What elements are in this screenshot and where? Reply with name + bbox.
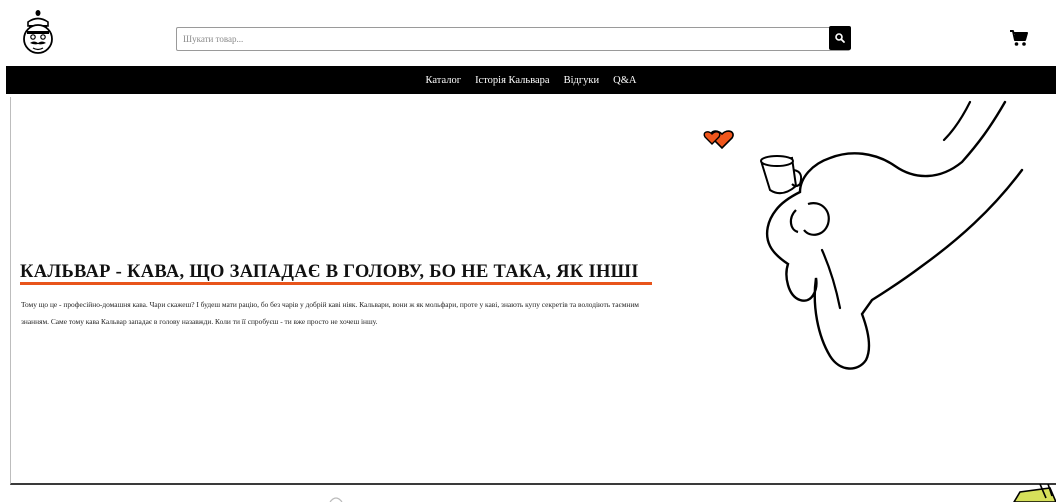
- decorative-sketch: [329, 497, 343, 502]
- nav-item-reviews[interactable]: Відгуки: [564, 75, 600, 86]
- search-button[interactable]: [829, 26, 851, 50]
- mustache-mascot-icon[interactable]: [20, 10, 60, 56]
- search-field[interactable]: [176, 27, 850, 51]
- title-underline: [20, 282, 652, 285]
- search-input[interactable]: [183, 30, 823, 48]
- cart-icon[interactable]: [1009, 28, 1029, 48]
- nav-item-qa[interactable]: Q&A: [613, 75, 636, 86]
- nav-item-history[interactable]: Історія Кальвара: [475, 75, 550, 86]
- next-section-edge: [10, 487, 1056, 502]
- hero-description: Тому що це - професійно-домашня кава. Ча…: [21, 300, 639, 326]
- hero-title: КАЛЬВАР - КАВА, ЩО ЗАПАДАЄ В ГОЛОВУ, БО …: [20, 262, 639, 282]
- site-header: [0, 0, 1056, 66]
- nav-item-catalog[interactable]: Каталог: [426, 75, 462, 86]
- search-icon: [835, 33, 845, 43]
- hand-coffee-illustration: [703, 100, 1024, 370]
- decorative-cup-illustration: [1013, 484, 1056, 502]
- main-nav: Каталог Історія Кальвара Відгуки Q&A: [6, 66, 1056, 94]
